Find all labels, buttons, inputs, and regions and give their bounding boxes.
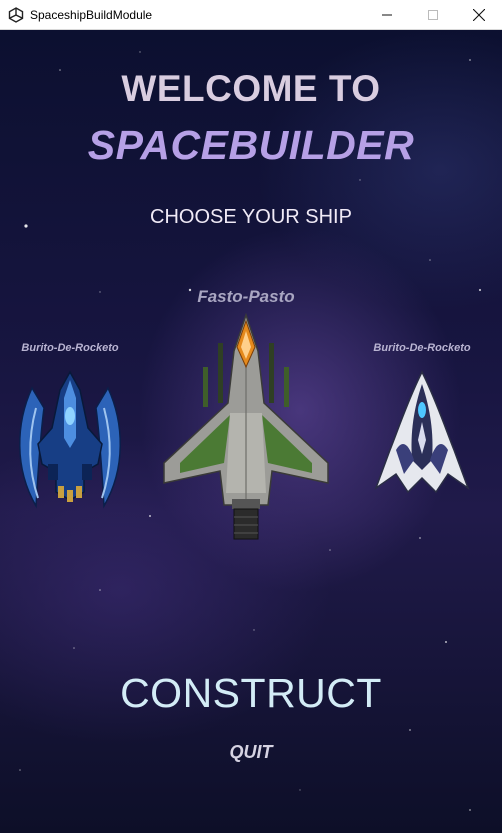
close-icon [473,9,485,21]
ship-left-sprite[interactable] [14,368,126,510]
quit-button[interactable]: QUIT [0,742,502,763]
minimize-icon [382,14,392,16]
close-button[interactable] [456,0,502,30]
maximize-icon [428,10,438,20]
ship-name-right: Burito-De-Rocketo [373,342,471,354]
minimize-button[interactable] [364,0,410,30]
unity-icon [8,6,24,23]
ship-name-center: Fasto-Pasto [197,287,295,306]
ship-name-left: Burito-De-Rocketo [21,342,119,354]
game-title: SPACEBUILDER [87,122,415,168]
ship-center-sprite[interactable] [160,313,332,545]
window-titlebar: SpaceshipBuildModule [0,0,502,30]
maximize-button[interactable] [410,0,456,30]
window-title: SpaceshipBuildModule [30,7,153,22]
window-controls [364,0,502,30]
welcome-heading: WELCOME TO [121,68,381,109]
ship-right-sprite[interactable] [374,370,470,498]
choose-ship-label: CHOOSE YOUR SHIP [150,206,352,228]
construct-button[interactable]: CONSTRUCT [0,670,502,717]
game-viewport: WELCOME TO SPACEBUILDER CHOOSE YOUR SHIP… [0,30,502,833]
